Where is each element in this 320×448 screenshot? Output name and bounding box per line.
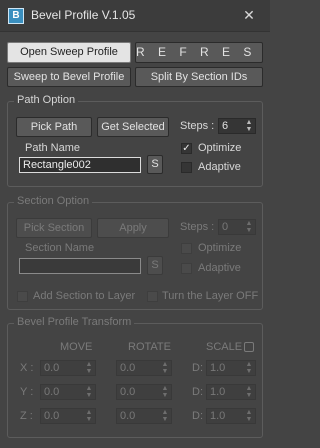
scale-z-value: 1.0 — [210, 410, 226, 422]
scale-y-value: 1.0 — [210, 386, 226, 398]
title-bar: B Bevel Profile V.1.05 ✕ — [0, 0, 270, 32]
move-z-spinner[interactable]: 0.0 ▲ ▼ — [40, 408, 96, 424]
section-steps-value: 0 — [222, 221, 229, 233]
add-section-to-layer-label: Add Section to Layer — [33, 290, 136, 302]
rotate-y-value: 0.0 — [120, 386, 136, 398]
rotate-z-spinner[interactable]: 0.0 ▲ ▼ — [116, 408, 172, 424]
spinner-arrows-icon[interactable]: ▲ ▼ — [245, 220, 253, 234]
sweep-to-bevel-profile-button[interactable]: Sweep to Bevel Profile — [7, 67, 131, 87]
rotate-y-spinner[interactable]: 0.0 ▲ ▼ — [116, 384, 172, 400]
rotate-x-spinner[interactable]: 0.0 ▲ ▼ — [116, 360, 172, 376]
scale-x-d-label: D: — [192, 362, 203, 374]
section-optimize-label: Optimize — [198, 242, 242, 254]
spinner-arrows-icon[interactable]: ▲ ▼ — [245, 409, 253, 423]
turn-layer-off-checkbox[interactable] — [147, 291, 158, 302]
scale-y-d-label: D: — [192, 386, 203, 398]
rotate-z-value: 0.0 — [120, 410, 136, 422]
app-icon: B — [8, 8, 24, 24]
rotate-x-value: 0.0 — [120, 362, 136, 374]
scale-header: SCALE — [206, 341, 243, 353]
move-x-value: 0.0 — [44, 362, 60, 374]
path-name-field[interactable]: Rectangle002 — [19, 157, 141, 173]
window-title: Bevel Profile V.1.05 — [31, 8, 136, 22]
section-option-title: Section Option — [14, 195, 93, 207]
pick-section-button[interactable]: Pick Section — [16, 218, 92, 238]
path-option-title: Path Option — [14, 94, 79, 106]
scale-z-d-label: D: — [192, 410, 203, 422]
spinner-arrows-icon[interactable]: ▲ ▼ — [161, 361, 169, 375]
spinner-arrows-icon[interactable]: ▲ ▼ — [161, 409, 169, 423]
move-z-value: 0.0 — [44, 410, 60, 422]
transform-title: Bevel Profile Transform — [14, 316, 135, 328]
scale-x-value: 1.0 — [210, 362, 226, 374]
path-select-s-button[interactable]: S — [147, 155, 163, 174]
rotate-header: ROTATE — [128, 341, 171, 353]
spinner-arrows-icon[interactable]: ▲ ▼ — [85, 361, 93, 375]
path-optimize-checkbox[interactable]: ✓ — [181, 143, 192, 154]
apply-button[interactable]: Apply — [97, 218, 169, 238]
scale-lock-icon[interactable] — [244, 342, 254, 352]
spinner-arrows-icon[interactable]: ▲ ▼ — [245, 361, 253, 375]
section-name-label: Section Name — [25, 242, 95, 254]
spinner-arrows-icon[interactable]: ▲ ▼ — [85, 385, 93, 399]
section-adaptive-checkbox[interactable] — [181, 263, 192, 274]
section-select-s-button[interactable]: S — [147, 256, 163, 275]
section-adaptive-label: Adaptive — [198, 262, 241, 274]
section-steps-spinner[interactable]: 0 ▲ ▼ — [218, 219, 256, 235]
open-sweep-profile-button[interactable]: Open Sweep Profile — [7, 42, 131, 63]
move-y-spinner[interactable]: 0.0 ▲ ▼ — [40, 384, 96, 400]
close-icon[interactable]: ✕ — [234, 4, 264, 26]
path-adaptive-checkbox[interactable] — [181, 162, 192, 173]
scale-x-spinner[interactable]: 1.0 ▲ ▼ — [206, 360, 256, 376]
path-steps-spinner[interactable]: 6 ▲ ▼ — [218, 118, 256, 134]
path-adaptive-label: Adaptive — [198, 161, 241, 173]
axis-x-label: X : — [20, 362, 34, 374]
path-steps-value: 6 — [222, 120, 229, 132]
path-steps-label: Steps : — [180, 120, 215, 132]
scale-z-spinner[interactable]: 1.0 ▲ ▼ — [206, 408, 256, 424]
section-name-field[interactable] — [19, 258, 141, 274]
section-optimize-checkbox[interactable] — [181, 243, 192, 254]
spinner-arrows-icon[interactable]: ▲ ▼ — [85, 409, 93, 423]
checkmark-icon: ✓ — [182, 143, 191, 154]
move-y-value: 0.0 — [44, 386, 60, 398]
add-section-to-layer-checkbox[interactable] — [17, 291, 28, 302]
pick-path-button[interactable]: Pick Path — [16, 117, 92, 137]
split-by-section-ids-button[interactable]: Split By Section IDs — [135, 67, 263, 87]
path-name-label: Path Name — [25, 142, 81, 154]
axis-y-label: Y : — [20, 386, 34, 398]
path-optimize-label: Optimize — [198, 142, 242, 154]
move-header: MOVE — [60, 341, 93, 353]
spinner-arrows-icon[interactable]: ▲ ▼ — [161, 385, 169, 399]
move-x-spinner[interactable]: 0.0 ▲ ▼ — [40, 360, 96, 376]
turn-layer-off-label: Turn the Layer OFF — [162, 290, 259, 302]
axis-z-label: Z : — [20, 410, 33, 422]
scale-y-spinner[interactable]: 1.0 ▲ ▼ — [206, 384, 256, 400]
section-steps-label: Steps : — [180, 221, 215, 233]
spinner-arrows-icon[interactable]: ▲ ▼ — [245, 385, 253, 399]
get-selected-button[interactable]: Get Selected — [97, 117, 169, 137]
spinner-arrows-icon[interactable]: ▲ ▼ — [245, 119, 253, 133]
refresh-button[interactable]: R E F R E S H — [135, 42, 263, 63]
